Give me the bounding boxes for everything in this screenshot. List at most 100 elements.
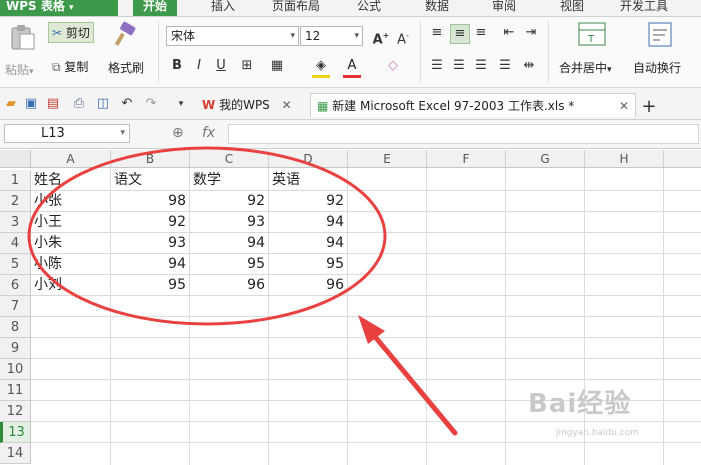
distributed-icon[interactable]: ⇹ [520, 57, 538, 75]
table-cell[interactable]: 95 [190, 254, 269, 275]
italic-button[interactable]: I [190, 57, 208, 75]
copy-button[interactable]: ⧉ 复制 [52, 58, 88, 75]
doc-tab-my-wps[interactable]: W 我的WPS ✕ [202, 93, 292, 117]
table-cell[interactable]: 96 [269, 275, 348, 296]
underline-button[interactable]: U [212, 57, 230, 75]
column-header[interactable]: G [506, 150, 585, 168]
cell-c1[interactable]: 数学 [190, 170, 269, 191]
format-painter-button[interactable]: 格式刷 [108, 59, 144, 76]
row-header[interactable]: 11 [0, 380, 31, 401]
align-right-icon[interactable]: ☰ [472, 57, 490, 75]
doc-tab-active[interactable]: ▦ 新建 Microsoft Excel 97-2003 工作表.xls * ✕ [310, 93, 636, 117]
wrap-text-button[interactable]: 自动换行 [633, 59, 681, 76]
align-middle-icon[interactable]: ≡ [450, 24, 470, 44]
row-header[interactable]: 7 [0, 296, 31, 317]
row-header[interactable]: 12 [0, 401, 31, 422]
cell-a1[interactable]: 姓名 [31, 170, 111, 191]
table-cell[interactable]: 95 [111, 275, 190, 296]
column-header[interactable]: H [585, 150, 664, 168]
new-tab-icon[interactable]: + [640, 98, 658, 116]
table-cell[interactable]: 小朱 [31, 233, 111, 254]
column-header[interactable] [664, 150, 701, 168]
align-bottom-icon[interactable]: ≡ [472, 24, 490, 42]
table-cell[interactable]: 93 [111, 233, 190, 254]
column-header[interactable]: B [111, 150, 190, 168]
app-menu-button[interactable]: WPS 表格 ▾ [0, 0, 118, 16]
redo-icon[interactable]: ↷ [142, 95, 160, 113]
name-box[interactable]: L13 ▾ [4, 124, 130, 143]
paste-button[interactable]: 粘贴▾ [5, 61, 34, 78]
table-cell[interactable]: 94 [269, 212, 348, 233]
row-header[interactable]: 4 [0, 233, 31, 254]
justify-icon[interactable]: ☰ [496, 57, 514, 75]
fill-color-icon[interactable]: ◈ [312, 57, 330, 78]
row-header[interactable]: 3 [0, 212, 31, 233]
close-icon[interactable]: ✕ [619, 94, 629, 118]
tab-view[interactable]: 视图 [560, 0, 584, 16]
column-header[interactable]: C [190, 150, 269, 168]
increase-font-icon[interactable]: A+ [372, 27, 390, 47]
row-header[interactable]: 6 [0, 275, 31, 296]
tab-data[interactable]: 数据 [425, 0, 449, 16]
table-cell[interactable]: 93 [190, 212, 269, 233]
customize-qat-icon[interactable]: ▾ [172, 95, 190, 113]
table-cell[interactable]: 小张 [31, 191, 111, 212]
merge-center-icon[interactable]: T [578, 22, 606, 51]
border-icon[interactable]: ⊞ [238, 57, 256, 75]
tab-developer[interactable]: 开发工具 [620, 0, 668, 16]
column-header[interactable]: A [31, 150, 111, 168]
row-header[interactable]: 14 [0, 443, 31, 464]
row-header[interactable]: 10 [0, 359, 31, 380]
print-icon[interactable]: ⎙ [70, 95, 88, 113]
cell-d1[interactable]: 英语 [269, 170, 348, 191]
row-header[interactable]: 1 [0, 170, 31, 191]
paste-icon[interactable] [8, 23, 36, 54]
table-cell[interactable]: 小王 [31, 212, 111, 233]
clear-format-icon[interactable]: ◇ [384, 57, 402, 75]
align-left-icon[interactable]: ☰ [428, 57, 446, 75]
row-header-selected[interactable]: 13 [0, 422, 31, 443]
close-icon[interactable]: ✕ [282, 98, 292, 112]
open-icon[interactable]: ▰ [2, 95, 20, 113]
table-cell[interactable]: 95 [269, 254, 348, 275]
table-cell[interactable]: 92 [111, 212, 190, 233]
tab-page-layout[interactable]: 页面布局 [272, 0, 320, 16]
tab-review[interactable]: 审阅 [492, 0, 516, 16]
align-center-icon[interactable]: ☰ [450, 57, 468, 75]
column-header[interactable]: E [348, 150, 427, 168]
print-preview-icon[interactable]: ◫ [94, 95, 112, 113]
save-icon[interactable]: ▣ [22, 95, 40, 113]
formula-input[interactable] [228, 124, 699, 144]
column-header[interactable]: F [427, 150, 506, 168]
fill-pattern-icon[interactable]: ▦ [268, 57, 286, 75]
table-cell[interactable]: 小刘 [31, 275, 111, 296]
table-cell[interactable]: 92 [190, 191, 269, 212]
table-cell[interactable]: 98 [111, 191, 190, 212]
format-painter-icon[interactable] [112, 21, 138, 52]
decrease-indent-icon[interactable]: ⇤ [500, 24, 518, 42]
bold-button[interactable]: B [168, 57, 186, 75]
row-header[interactable]: 2 [0, 191, 31, 212]
row-header[interactable]: 5 [0, 254, 31, 275]
zoom-icon[interactable]: ⊕ [172, 125, 184, 141]
select-all-corner[interactable] [0, 150, 31, 168]
font-size-select[interactable]: 12 ▾ [300, 26, 363, 46]
increase-indent-icon[interactable]: ⇥ [522, 24, 540, 42]
cut-button[interactable]: ✂ 剪切 [48, 22, 94, 43]
table-cell[interactable]: 92 [269, 191, 348, 212]
font-color-icon[interactable]: A [343, 57, 361, 78]
column-header[interactable]: D [269, 150, 348, 168]
export-pdf-icon[interactable]: ▤ [44, 95, 62, 113]
merge-center-button[interactable]: 合并居中▾ [559, 59, 612, 76]
table-cell[interactable]: 94 [190, 233, 269, 254]
table-cell[interactable]: 94 [111, 254, 190, 275]
undo-icon[interactable]: ↶ [118, 95, 136, 113]
tab-formula[interactable]: 公式 [357, 0, 381, 16]
table-cell[interactable]: 94 [269, 233, 348, 254]
align-top-icon[interactable]: ≡ [428, 24, 446, 42]
row-header[interactable]: 9 [0, 338, 31, 359]
wrap-text-icon[interactable] [648, 22, 674, 51]
table-cell[interactable]: 96 [190, 275, 269, 296]
cell-b1[interactable]: 语文 [111, 170, 190, 191]
decrease-font-icon[interactable]: A- [394, 27, 412, 47]
